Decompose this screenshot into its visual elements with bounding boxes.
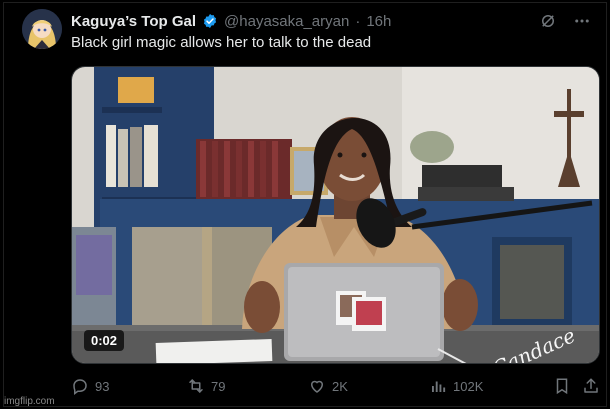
repost-button[interactable]: 79 [187, 377, 225, 395]
repost-icon [187, 377, 205, 395]
like-count: 2K [332, 378, 348, 394]
like-icon [308, 377, 326, 395]
video-duration-badge: 0:02 [84, 330, 125, 351]
tweet-header: Kaguya’s Top Gal @hayasaka_aryan · 16h [71, 11, 391, 31]
tweet-timestamp[interactable]: 16h [366, 13, 391, 30]
video-frame [72, 67, 599, 363]
tweet-action-bar: 93 79 2K 102K [71, 377, 600, 399]
display-name[interactable]: Kaguya’s Top Gal [71, 13, 196, 30]
user-handle[interactable]: @hayasaka_aryan [224, 13, 349, 30]
bookmark-icon [553, 377, 571, 395]
tweet-top-actions [538, 11, 592, 31]
views-count: 102K [453, 378, 484, 394]
reply-button[interactable]: 93 [71, 377, 109, 395]
views-button[interactable]: 102K [429, 377, 483, 395]
bookmark-button[interactable] [553, 377, 571, 395]
verified-badge-icon [202, 13, 218, 29]
more-icon[interactable] [572, 11, 592, 31]
share-button[interactable] [582, 377, 600, 395]
like-button[interactable]: 2K [308, 377, 348, 395]
separator-dot: · [355, 12, 361, 30]
avatar[interactable] [22, 9, 62, 49]
tweet-video[interactable]: 0:02 Candace [71, 66, 600, 364]
grok-icon[interactable] [538, 11, 558, 31]
tweet-card[interactable]: Kaguya’s Top Gal @hayasaka_aryan · 16h B… [3, 2, 607, 407]
share-icon [582, 377, 600, 395]
imgflip-watermark: imgflip.com [4, 396, 55, 407]
reply-icon [71, 377, 89, 395]
repost-count: 79 [211, 378, 226, 394]
tweet-text: Black girl magic allows her to talk to t… [71, 34, 372, 51]
views-icon [429, 377, 447, 395]
reply-count: 93 [95, 378, 110, 394]
